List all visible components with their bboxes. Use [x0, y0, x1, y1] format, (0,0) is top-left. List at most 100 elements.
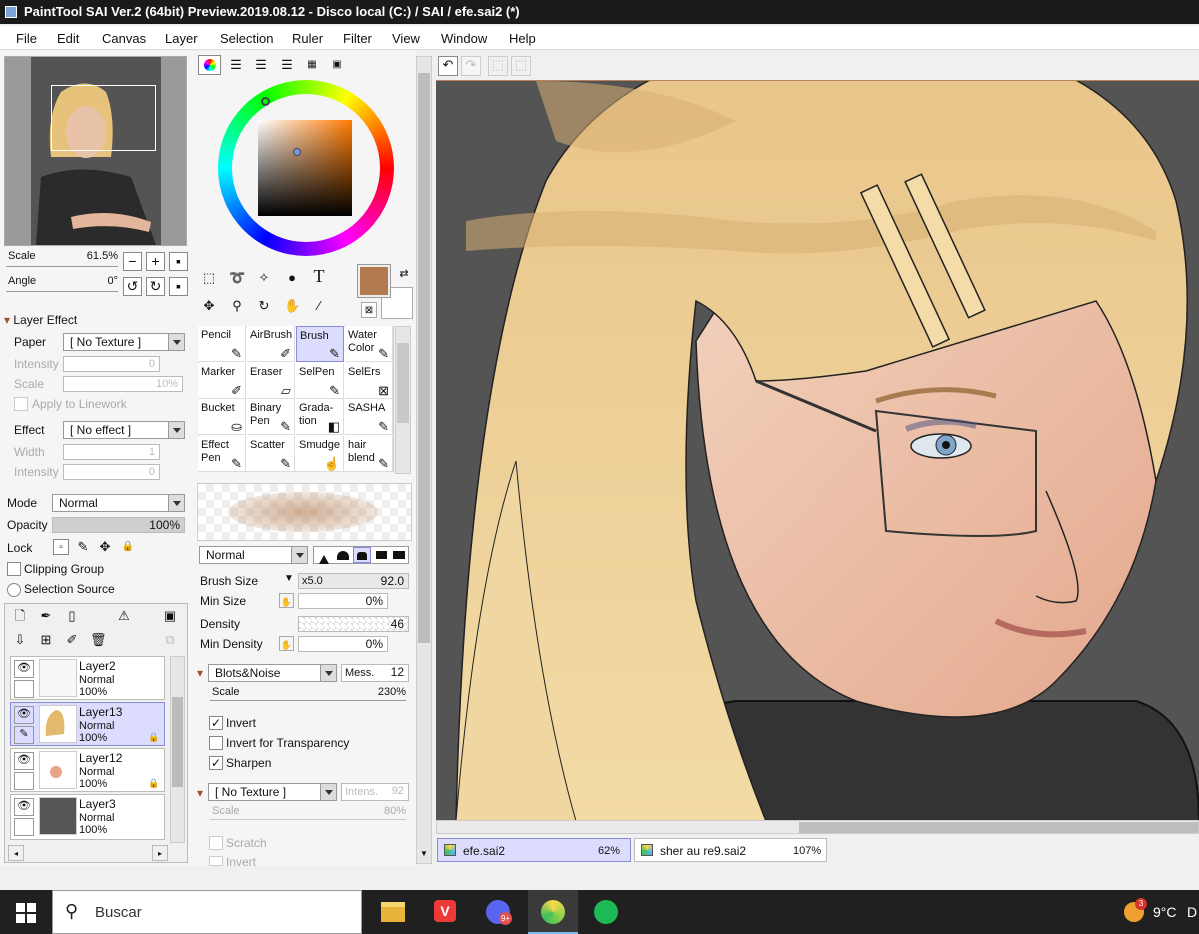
layer-scrollbar[interactable] — [170, 656, 185, 843]
lock-all-icon[interactable]: 🔒 — [120, 539, 136, 555]
redo-icon[interactable]: ↷ — [461, 56, 481, 76]
shape-icon[interactable]: ● — [284, 270, 300, 286]
shape-round-icon[interactable] — [337, 551, 349, 560]
tool-panel-scrollbar[interactable]: ▼ — [416, 56, 432, 864]
scratch-checkbox[interactable] — [209, 836, 223, 850]
text-tool-icon[interactable]: T — [311, 267, 327, 285]
effect-width-field[interactable]: 1 — [63, 444, 160, 460]
transfer-icon[interactable]: ⧉ — [162, 632, 178, 648]
tool-panel-scroll-thumb[interactable] — [418, 73, 430, 643]
menu-view[interactable]: View — [392, 31, 420, 46]
new-layer-icon[interactable]: 🗋 — [12, 608, 28, 624]
lock-transparency-icon[interactable]: ▫ — [53, 539, 69, 555]
deselect-icon[interactable]: ⬚ — [488, 56, 508, 76]
invert2-checkbox[interactable] — [209, 856, 223, 866]
scroll-right-icon[interactable]: ▸ — [152, 845, 168, 861]
layer-pen-slot[interactable] — [14, 772, 34, 790]
lock-move-icon[interactable]: ✥ — [97, 539, 113, 555]
menu-edit[interactable]: Edit — [57, 31, 79, 46]
tool-selpen[interactable]: SelPen ✎ — [296, 362, 344, 399]
layer-pen-slot[interactable] — [14, 680, 34, 698]
eye-icon[interactable]: 👁 — [14, 660, 34, 678]
menu-help[interactable]: Help — [509, 31, 536, 46]
apply-linework-checkbox[interactable] — [14, 397, 28, 411]
lock-paint-icon[interactable]: ✎ — [75, 539, 91, 555]
clipping-group-checkbox[interactable] — [7, 562, 21, 576]
brush-mode-select[interactable]: Normal — [199, 546, 308, 564]
weather-icon[interactable]: 3 — [1124, 898, 1147, 922]
menu-selection[interactable]: Selection — [220, 31, 273, 46]
windows-start-icon[interactable] — [16, 903, 36, 923]
tool-scatter[interactable]: Scatter ✎ — [247, 435, 295, 472]
brush-texture2-select[interactable]: [ No Texture ] — [208, 783, 337, 801]
eyedropper-icon[interactable]: ⁄ — [311, 298, 327, 314]
color-wheel-tab[interactable] — [198, 55, 221, 75]
lasso-icon[interactable]: ➰ — [229, 270, 245, 286]
brush-shape-selector[interactable] — [313, 546, 409, 564]
doc-tab-sher[interactable]: sher au re9.sai2 107% — [634, 838, 827, 862]
scale2-slider[interactable] — [210, 819, 406, 820]
magic-wand-icon[interactable]: ✧ — [256, 270, 272, 286]
tool-eraser[interactable]: Eraser ▱ — [247, 362, 295, 399]
tool-pencil[interactable]: Pencil ✎ — [198, 326, 246, 362]
spotify-icon[interactable] — [594, 900, 618, 924]
opacity-slider[interactable]: 100% — [52, 517, 185, 533]
scroll-left-icon[interactable]: ◂ — [8, 845, 24, 861]
layer-pen-slot[interactable] — [14, 818, 34, 836]
mixer-icon[interactable]: ☰ — [279, 57, 295, 73]
move-icon[interactable]: ✥ — [201, 298, 217, 314]
invert-checkbox[interactable]: ✓ — [209, 716, 223, 730]
tool-marker[interactable]: Marker ✐ — [198, 362, 246, 399]
tool-grada[interactable]: Grada-tion ◧ — [296, 399, 344, 435]
undo-icon[interactable]: ↶ — [438, 56, 458, 76]
rotate-icon[interactable]: ↻ — [256, 298, 272, 314]
pencil-icon[interactable]: ✎ — [14, 726, 34, 744]
brush-size-field[interactable]: x5.0 92.0 — [298, 573, 409, 589]
eye-icon[interactable]: 👁 — [14, 798, 34, 816]
swap-colors-icon[interactable]: ⇄ — [396, 266, 412, 282]
shape-square-icon[interactable] — [376, 551, 387, 559]
tool-effect[interactable]: Effect Pen ✎ — [198, 435, 246, 472]
doc-tab-efe[interactable]: efe.sai2 62% — [437, 838, 631, 862]
viewport-rect[interactable] — [51, 85, 156, 151]
shape-block-icon[interactable] — [393, 551, 405, 559]
rgb-sliders-icon[interactable]: ☰ — [228, 57, 244, 73]
tool-scroll-thumb[interactable] — [397, 343, 409, 423]
layer-effect-header[interactable]: ▾ Layer Effect — [4, 313, 77, 327]
layer-item-layer3[interactable]: 👁 Layer3 Normal 100% — [10, 794, 165, 840]
intens-field[interactable]: Intens. 92 — [341, 783, 409, 801]
new-folder-icon[interactable]: ▯ — [64, 608, 80, 624]
navigator[interactable] — [4, 56, 187, 246]
tool-selers[interactable]: SelErs ⊠ — [345, 362, 393, 399]
effect-intensity-field[interactable]: 0 — [63, 464, 160, 480]
layer-item-layer13[interactable]: 👁 ✎ Layer13 Normal 100% 🔒 — [10, 702, 165, 746]
tool-scrollbar[interactable] — [395, 326, 411, 474]
menu-layer[interactable]: Layer — [165, 31, 198, 46]
texture-scale-slider[interactable] — [210, 700, 406, 701]
hue-marker[interactable] — [261, 97, 270, 106]
layer-settings-icon[interactable]: ⚠ — [116, 608, 132, 624]
primary-color[interactable] — [357, 264, 391, 298]
saturation-value-square[interactable] — [258, 120, 352, 216]
swatches-icon[interactable]: ▦ — [304, 57, 320, 73]
rotate-right-button[interactable]: ↻ — [146, 277, 165, 296]
menu-file[interactable]: File — [16, 31, 37, 46]
rotate-reset-button[interactable]: ▪ — [169, 277, 188, 296]
menu-window[interactable]: Window — [441, 31, 487, 46]
shape-triangle-sharp-icon[interactable] — [319, 550, 329, 564]
canvas-h-scroll-thumb[interactable] — [799, 822, 1198, 833]
blend-mode-select[interactable]: Normal — [52, 494, 185, 512]
effect-select[interactable]: [ No effect ] — [63, 421, 185, 439]
zoom-out-button[interactable]: − — [123, 252, 142, 271]
layer-item-layer2[interactable]: 👁 Layer2 Normal 100% — [10, 656, 165, 700]
menu-filter[interactable]: Filter — [343, 31, 372, 46]
invert-selection-icon[interactable]: ⬚ — [511, 56, 531, 76]
tool-hair[interactable]: hair blend ✎ — [345, 435, 393, 472]
scroll-down-icon[interactable]: ▼ — [418, 849, 430, 861]
hsv-sliders-icon[interactable]: ☰ — [253, 57, 269, 73]
vivaldi-icon[interactable]: V — [434, 900, 456, 922]
selection-source-radio[interactable] — [7, 583, 21, 597]
merge-down-icon[interactable]: ⇩ — [12, 632, 28, 648]
clear-layer-icon[interactable]: ✐ — [64, 632, 80, 648]
copy-layer-icon[interactable]: ⊞ — [38, 632, 54, 648]
